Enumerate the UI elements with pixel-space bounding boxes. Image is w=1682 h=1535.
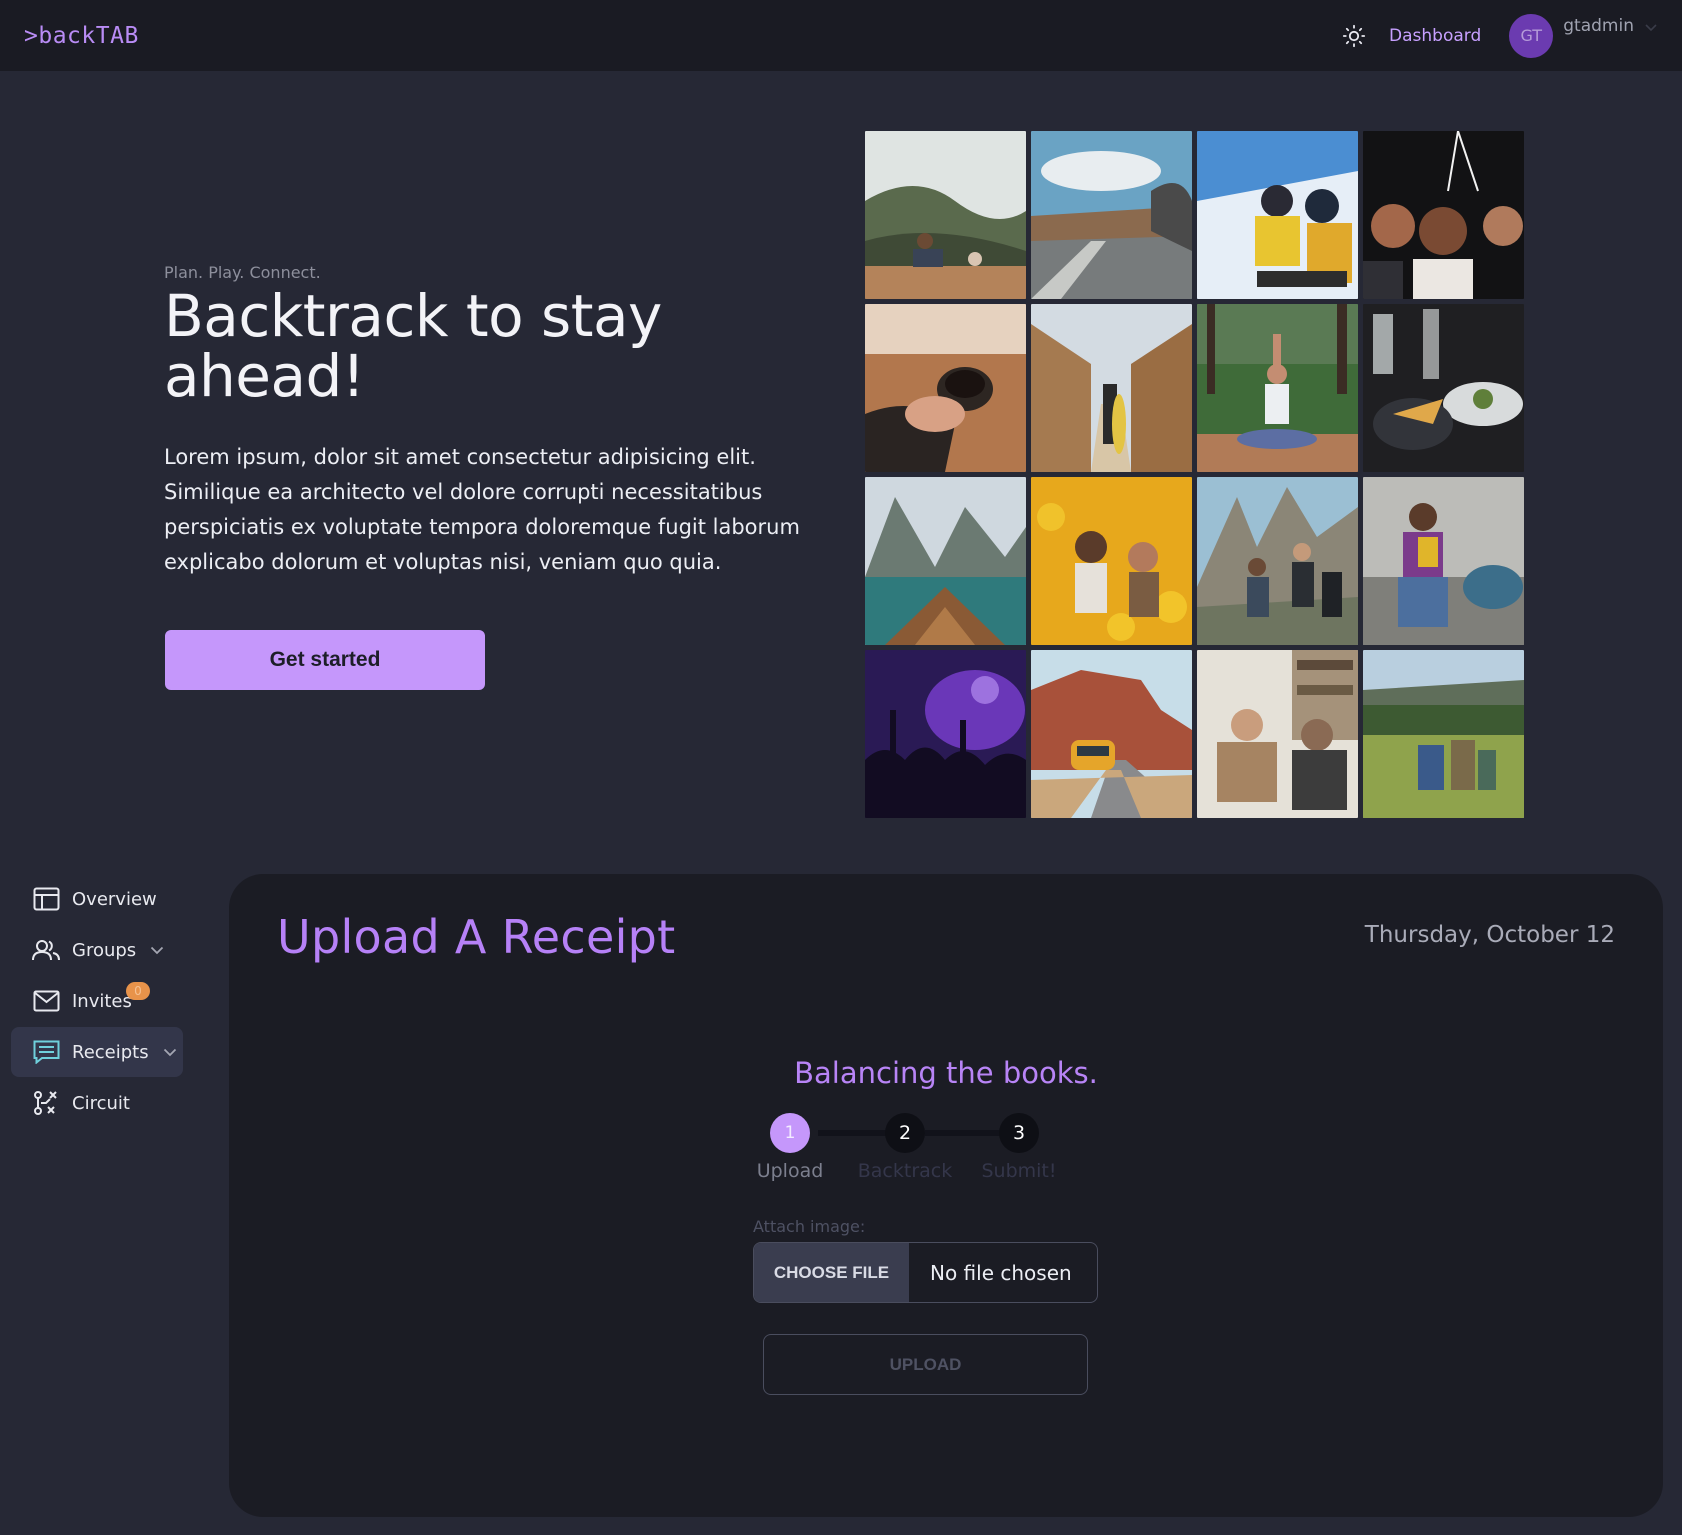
hero-tagline: Plan. Play. Connect.: [164, 263, 321, 282]
dashboard-link[interactable]: Dashboard: [1389, 26, 1481, 46]
file-status-text: No file chosen: [930, 1260, 1072, 1285]
chevron-down-icon[interactable]: [163, 1048, 177, 1057]
logo[interactable]: >backTAB: [24, 23, 139, 49]
theme-toggle-button[interactable]: [1341, 23, 1367, 49]
hero-body: Lorem ipsum, dolor sit amet consectetur …: [164, 445, 800, 574]
user-menu[interactable]: GT gtadmin: [1509, 13, 1658, 58]
upload-receipt-card: Upload A Receipt Thursday, October 12 Ba…: [229, 874, 1663, 1517]
sidebar: Overview Groups Invites 0 Receipts Circu…: [11, 874, 183, 1129]
photo-hikers-mountains: [1197, 477, 1358, 645]
step-1-circle[interactable]: 1: [770, 1113, 810, 1153]
sidebar-item-groups[interactable]: Groups: [11, 925, 183, 975]
step-1-label: Upload: [756, 1160, 824, 1182]
nav-right: Dashboard GT gtadmin: [1341, 13, 1658, 58]
hero-text: Plan. Play. Connect. Backtrack to stay a…: [164, 263, 814, 580]
choose-file-button[interactable]: CHOOSE FILE: [754, 1243, 909, 1302]
sidebar-item-receipts[interactable]: Receipts: [11, 1027, 183, 1077]
logo-prompt: >: [24, 22, 39, 49]
chevron-down-icon[interactable]: [150, 946, 164, 955]
photo-road-trip-dog: [1031, 131, 1192, 299]
attach-image-label: Attach image:: [753, 1217, 866, 1236]
photo-coffee-cups: [865, 304, 1026, 472]
photo-lake-boat: [865, 477, 1026, 645]
step-2-circle[interactable]: 2: [885, 1113, 925, 1153]
circuit-icon: [32, 1089, 60, 1117]
photo-yoga-forest: [1197, 304, 1358, 472]
logo-text: backTAB: [38, 22, 139, 49]
upload-button[interactable]: UPLOAD: [763, 1334, 1088, 1395]
invites-count-badge: 0: [126, 982, 150, 1000]
receipt-icon: [32, 1038, 60, 1066]
step-3-circle[interactable]: 3: [999, 1113, 1039, 1153]
mail-icon: [32, 987, 60, 1015]
sidebar-item-overview[interactable]: Overview: [11, 874, 183, 924]
step-3-label: Submit!: [981, 1160, 1057, 1182]
top-navbar: >backTAB Dashboard GT gtadmin: [0, 0, 1682, 71]
photo-sunflower-field: [1031, 477, 1192, 645]
photo-van-desert: [1031, 650, 1192, 818]
subheading: Balancing the books.: [794, 1056, 1098, 1090]
current-date: Thursday, October 12: [1364, 922, 1615, 948]
photo-friends-couch: [1363, 477, 1524, 645]
sidebar-item-circuit[interactable]: Circuit: [11, 1078, 183, 1128]
sun-icon: [1342, 24, 1366, 47]
get-started-button[interactable]: Get started: [165, 630, 485, 690]
hero-title: Backtrack to stay ahead!: [164, 282, 662, 410]
sidebar-item-invites[interactable]: Invites 0: [11, 976, 183, 1026]
layout-icon: [32, 885, 60, 913]
photo-skiers-chairlift: [1197, 131, 1358, 299]
sidebar-item-label: Overview: [72, 888, 157, 910]
users-icon: [32, 936, 60, 964]
step-2-label: Backtrack: [857, 1160, 953, 1182]
photo-party-crowd: [1363, 131, 1524, 299]
photo-concert: [865, 650, 1026, 818]
avatar[interactable]: GT: [1509, 13, 1554, 58]
photo-dinner-table: [1363, 304, 1524, 472]
photo-hikers-meadow: [1363, 650, 1524, 818]
sidebar-item-label: Groups: [72, 939, 137, 961]
photo-surfer-boardwalk: [1031, 304, 1192, 472]
photo-friends-on-cliff: [865, 131, 1026, 299]
step-connector: [925, 1130, 1009, 1136]
photo-friends-cafe: [1197, 650, 1358, 818]
sidebar-item-label: Circuit: [72, 1092, 130, 1114]
photo-grid: [865, 131, 1524, 818]
page-title: Upload A Receipt: [277, 910, 676, 964]
sidebar-item-label: Invites: [72, 990, 132, 1012]
sidebar-item-label: Receipts: [72, 1041, 149, 1063]
chevron-down-icon: [1645, 23, 1657, 31]
file-input[interactable]: CHOOSE FILE No file chosen: [753, 1242, 1098, 1303]
username: gtadmin: [1563, 15, 1634, 36]
progress-stepper: 1 Upload 2 Backtrack 3 Submit!: [757, 1110, 1117, 1200]
